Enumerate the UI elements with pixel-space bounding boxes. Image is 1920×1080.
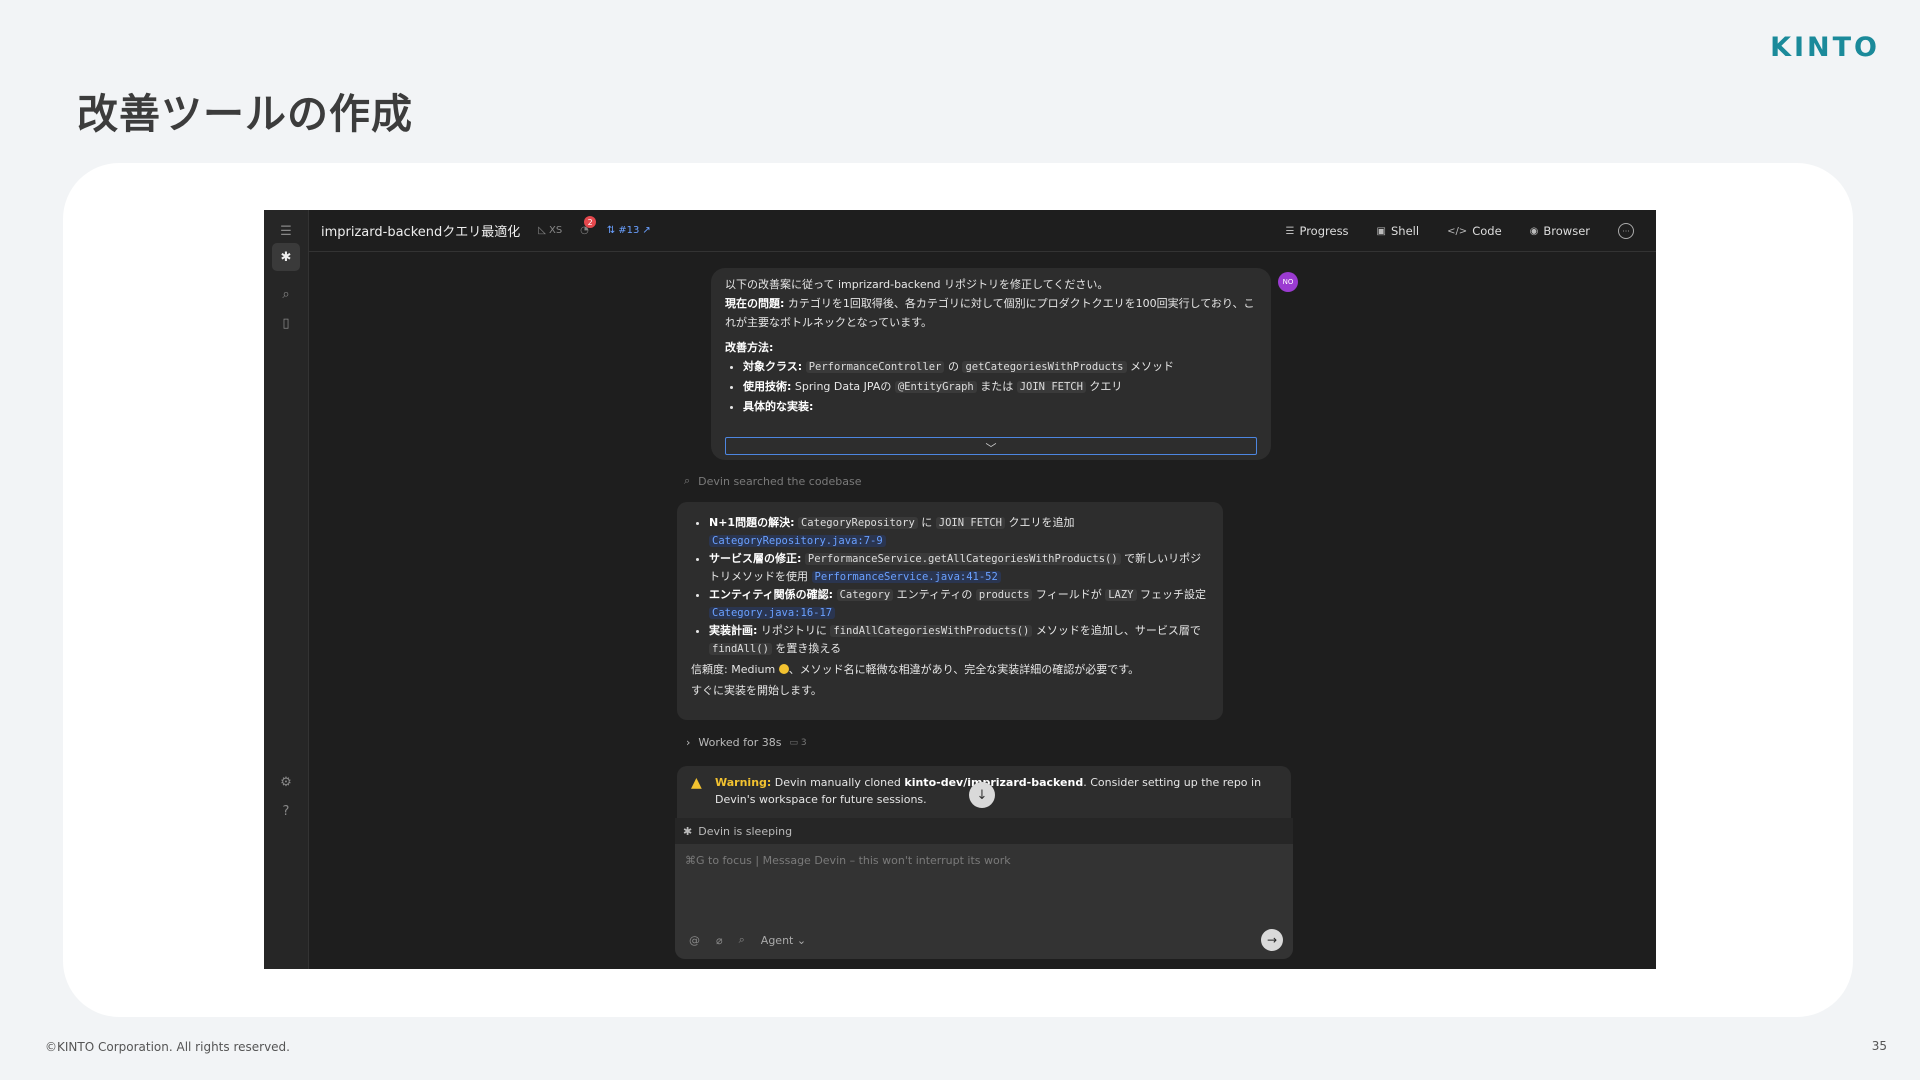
- avatar: NO: [1278, 272, 1298, 292]
- user-message: 以下の改善案に従って imprizard-backend リポジトリを修正してく…: [711, 268, 1271, 460]
- agent-select[interactable]: Agent ⌄: [761, 934, 806, 947]
- closing-line: すぐに実装を開始します。: [691, 684, 822, 697]
- list-item: エンティティ関係の確認: Category エンティティの products フ…: [709, 586, 1209, 622]
- list-item: 具体的な実装:: [743, 397, 1257, 416]
- search-activity[interactable]: ⌕ Devin searched the codebase: [684, 474, 862, 488]
- expand-message-button[interactable]: ﹀: [725, 437, 1257, 455]
- help-icon[interactable]: ?: [276, 801, 296, 821]
- top-actions: ☰ Progress ▣ Shell </> Code ◉ Browser ···: [1286, 210, 1634, 252]
- arrow-right-icon: →: [1266, 933, 1278, 947]
- search-icon[interactable]: ⌕: [276, 284, 296, 304]
- list-item: 対象クラス: PerformanceController の getCatego…: [743, 357, 1257, 377]
- confidence-moon-icon: [778, 664, 789, 674]
- search-icon: ⌕: [684, 474, 691, 487]
- list-item: 使用技術: Spring Data JPAの @EntityGraph または …: [743, 377, 1257, 397]
- arrow-down-icon: ↓: [976, 787, 988, 803]
- more-icon[interactable]: ···: [1618, 223, 1634, 239]
- attach-icon[interactable]: ⌀: [716, 934, 723, 947]
- external-link-icon: ↗: [642, 225, 651, 236]
- slide-title: 改善ツールの作成: [77, 90, 413, 138]
- kinto-logo: KINTO: [1770, 32, 1880, 63]
- warning-icon: ▲: [691, 775, 702, 791]
- code-link[interactable]: PerformanceService.java:41-52: [811, 571, 1001, 583]
- book-icon[interactable]: ▯: [276, 313, 296, 333]
- session-title: imprizard-backendクエリ最適化: [321, 225, 521, 240]
- scroll-down-button[interactable]: ↓: [969, 782, 995, 808]
- code-link[interactable]: CategoryRepository.java:7-9: [709, 535, 886, 547]
- pr-link[interactable]: ⇅ #13 ↗: [607, 225, 651, 236]
- send-button[interactable]: →: [1261, 929, 1283, 951]
- chevron-right-icon: ›: [686, 736, 691, 749]
- page-number: 35: [1871, 1039, 1887, 1053]
- user-message-line1: 以下の改善案に従って imprizard-backend リポジトリを修正してく…: [725, 278, 1109, 291]
- findings-list: N+1問題の解決: CategoryRepository に JOIN FETC…: [709, 514, 1209, 658]
- settings-icon[interactable]: ⚙: [276, 772, 296, 792]
- devin-message: N+1問題の解決: CategoryRepository に JOIN FETC…: [677, 502, 1223, 720]
- pull-request-icon: ⇅: [606, 225, 616, 236]
- composer-tools: @ ⌀ ⌕ Agent ⌄: [689, 933, 806, 947]
- message-composer[interactable]: ⌘G to focus | Message Devin – this won't…: [675, 844, 1293, 959]
- chevron-down-icon: ⌄: [796, 933, 807, 947]
- status-bar: ✱ Devin is sleeping: [675, 818, 1293, 844]
- devin-icon: ✱: [683, 824, 693, 838]
- message-input[interactable]: ⌘G to focus | Message Devin – this won't…: [685, 854, 1011, 867]
- top-bar: imprizard-backendクエリ最適化 ◺ XS ◔ 2 ⇅ #13 ↗ ☰ Pr…: [309, 210, 1656, 252]
- list-item: サービス層の修正: PerformanceService.getAllCateg…: [709, 550, 1209, 586]
- copyright: ©KINTO Corporation. All rights reserved.: [45, 1040, 290, 1054]
- menu-icon[interactable]: ☰: [276, 221, 296, 241]
- notification-indicator[interactable]: ◔ 2: [580, 216, 597, 236]
- shell-button[interactable]: ▣ Shell: [1377, 224, 1420, 238]
- terminal-icon: ▣: [1376, 225, 1386, 237]
- chevron-down-icon: ﹀: [985, 442, 997, 455]
- code-link[interactable]: Category.java:16-17: [709, 607, 836, 619]
- progress-icon: ☰: [1285, 225, 1295, 237]
- size-tag: ◺ XS: [538, 225, 563, 236]
- notification-badge: 2: [584, 216, 597, 228]
- mention-icon[interactable]: @: [689, 934, 700, 947]
- method-list: 対象クラス: PerformanceController の getCatego…: [743, 357, 1257, 416]
- left-sidebar: ☰ ✱ ⌕ ▯ ⚙ ?: [264, 210, 309, 969]
- list-item: N+1問題の解決: CategoryRepository に JOIN FETC…: [709, 514, 1209, 550]
- code-icon: </>: [1447, 225, 1468, 237]
- confidence-line: 信頼度: Medium 、メソッド名に軽微な相違があり、完全な実装詳細の確認が必…: [691, 663, 1140, 676]
- search-icon[interactable]: ⌕: [739, 933, 745, 947]
- devin-app-screenshot: ☰ ✱ ⌕ ▯ ⚙ ? imprizard-backendクエリ最適化 ◺ XS …: [264, 210, 1656, 969]
- worked-count: ▭ 3: [789, 737, 807, 748]
- list-item: 実装計画: リポジトリに findAllCategoriesWithProduc…: [709, 622, 1209, 658]
- browser-button[interactable]: ◉ Browser: [1530, 224, 1590, 238]
- globe-icon: ◉: [1529, 225, 1539, 237]
- progress-button[interactable]: ☰ Progress: [1286, 224, 1349, 238]
- code-button[interactable]: </> Code: [1447, 224, 1502, 238]
- worked-toggle[interactable]: › Worked for 38s ▭ 3: [686, 736, 807, 749]
- devin-icon[interactable]: ✱: [272, 243, 300, 271]
- size-icon: ◺: [538, 225, 546, 236]
